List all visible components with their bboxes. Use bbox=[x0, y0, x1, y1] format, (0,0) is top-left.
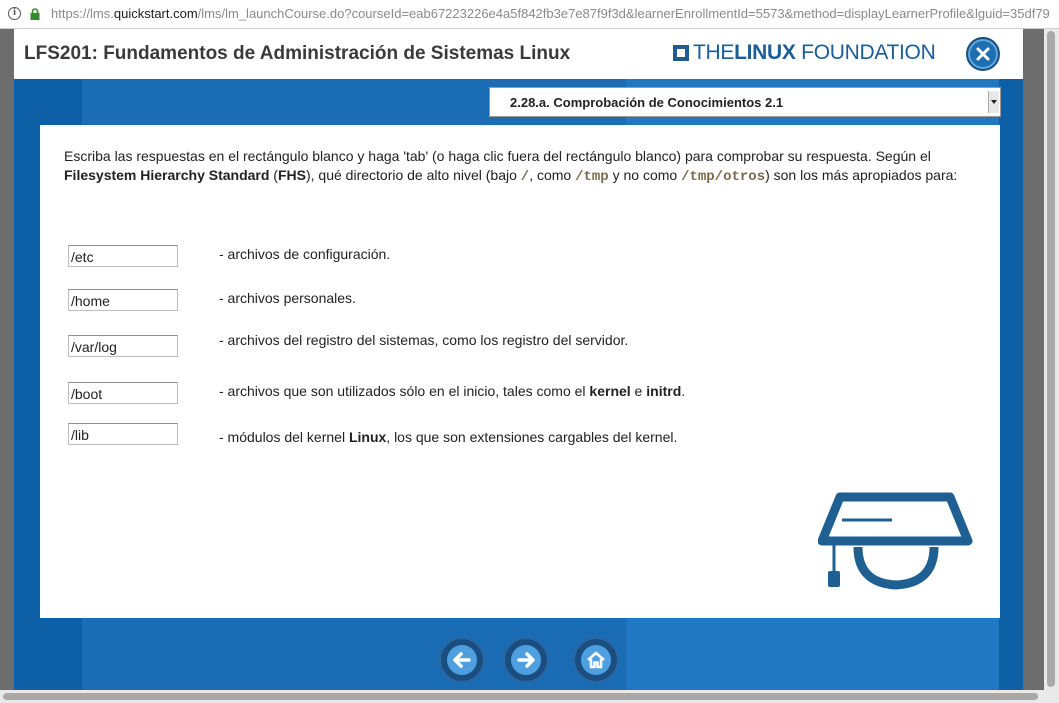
intro-text: , como bbox=[529, 167, 576, 183]
url-text[interactable]: https://lms.quickstart.com/lms/lm_launch… bbox=[51, 6, 1051, 21]
answer-input-modules[interactable]: /lib bbox=[68, 423, 178, 445]
desc-text: e bbox=[630, 383, 647, 399]
logo-foundation: FOUNDATION bbox=[801, 41, 936, 64]
logo-linux: LINUX bbox=[734, 41, 796, 64]
intro-text: ( bbox=[269, 167, 278, 183]
question-desc: - archivos de configuración. bbox=[219, 246, 391, 262]
question-desc: - archivos del registro del sistemas, co… bbox=[219, 332, 629, 348]
linux-foundation-logo: THELINUX FOUNDATION bbox=[673, 41, 936, 65]
code-tmp-otros: /tmp/otros bbox=[681, 169, 766, 185]
course-header: LFS201: Fundamentos de Administración de… bbox=[14, 29, 1023, 79]
home-icon bbox=[581, 645, 611, 675]
horizontal-scrollbar[interactable] bbox=[0, 690, 1059, 703]
info-icon[interactable]: i bbox=[8, 7, 21, 20]
content-band: 2.28.a. Comprobación de Conocimientos 2.… bbox=[14, 79, 1023, 690]
arrow-left-icon bbox=[447, 645, 477, 675]
address-bar[interactable]: i https://lms.quickstart.com/lms/lm_laun… bbox=[0, 0, 1059, 29]
intro-text: Escriba las respuestas en el rectángulo … bbox=[64, 148, 931, 164]
intro-text: y no como bbox=[608, 167, 682, 183]
horizontal-scroll-thumb[interactable] bbox=[3, 693, 1038, 700]
desc-kernel: kernel bbox=[589, 383, 631, 399]
exercise-panel: Escriba las respuestas en el rectángulo … bbox=[40, 125, 1000, 618]
intro-text: ) son los más apropiados para: bbox=[765, 167, 958, 183]
home-button[interactable] bbox=[575, 639, 617, 681]
desc-text: . bbox=[681, 383, 686, 399]
question-desc: - archivos personales. bbox=[219, 290, 356, 306]
question-desc: - archivos que son utilizados sólo en el… bbox=[219, 383, 685, 399]
course-frame: LFS201: Fundamentos de Administración de… bbox=[14, 29, 1023, 690]
code-tmp: /tmp bbox=[575, 169, 609, 185]
answer-input-boot[interactable]: /boot bbox=[68, 382, 178, 404]
section-select-value: 2.28.a. Comprobación de Conocimientos 2.… bbox=[510, 95, 784, 110]
back-button[interactable] bbox=[441, 639, 483, 681]
answer-input-logs[interactable]: /var/log bbox=[68, 335, 178, 357]
next-button[interactable] bbox=[505, 639, 547, 681]
desc-initrd: initrd bbox=[646, 383, 682, 399]
url-path: /lms/lm_launchCourse.do?courseId=eab6722… bbox=[197, 6, 1050, 21]
section-select[interactable]: 2.28.a. Comprobación de Conocimientos 2.… bbox=[489, 87, 1001, 117]
answer-input-personal[interactable]: /home bbox=[68, 289, 178, 311]
logo-mark-icon bbox=[673, 45, 689, 61]
vertical-scrollbar[interactable] bbox=[1044, 29, 1059, 690]
band-stripe-right bbox=[999, 79, 1023, 690]
instructions: Escriba las respuestas en el rectángulo … bbox=[64, 147, 984, 185]
chevron-down-icon[interactable] bbox=[988, 91, 999, 113]
fhs-abbr: FHS bbox=[277, 167, 306, 183]
desc-text: - archivos que son utilizados sólo en el… bbox=[219, 383, 590, 399]
arrow-right-icon bbox=[511, 645, 541, 675]
question-desc: - módulos del kernel Linux, los que son … bbox=[219, 429, 677, 445]
logo-text: THELINUX FOUNDATION bbox=[693, 41, 936, 65]
fhs-full-name: Filesystem Hierarchy Standard bbox=[64, 167, 270, 183]
url-host: quickstart.com bbox=[113, 6, 198, 21]
code-root: / bbox=[520, 169, 530, 185]
logo-the: THE bbox=[693, 41, 735, 64]
desc-text: , los que son extensiones cargables del … bbox=[386, 429, 678, 445]
desc-linux: Linux bbox=[348, 429, 387, 445]
desc-text: - módulos del kernel bbox=[219, 429, 349, 445]
url-prefix: https://lms. bbox=[51, 6, 114, 21]
vertical-scroll-thumb[interactable] bbox=[1047, 31, 1055, 687]
answer-input-config[interactable]: /etc bbox=[68, 245, 178, 267]
graduation-cap-icon bbox=[818, 492, 973, 590]
lock-icon bbox=[30, 8, 40, 20]
close-button[interactable] bbox=[966, 37, 1000, 71]
close-icon bbox=[976, 47, 990, 61]
course-title: LFS201: Fundamentos de Administración de… bbox=[24, 43, 571, 64]
intro-text: ), qué directorio de alto nivel (bajo bbox=[305, 167, 521, 183]
